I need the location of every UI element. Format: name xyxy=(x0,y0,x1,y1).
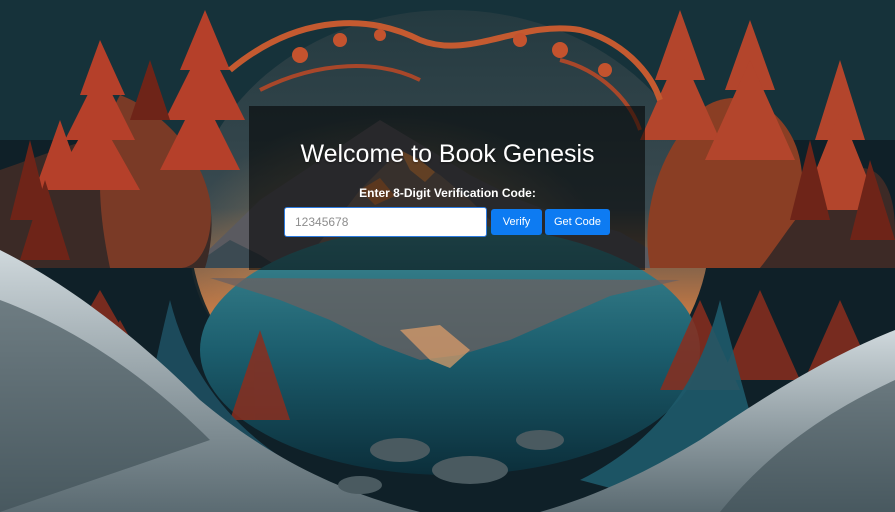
verify-button[interactable]: Verify xyxy=(491,209,542,235)
page-title: Welcome to Book Genesis xyxy=(300,140,595,168)
get-code-button[interactable]: Get Code xyxy=(545,209,610,235)
page: Welcome to Book Genesis Enter 8-Digit Ve… xyxy=(0,0,895,512)
verification-code-input[interactable] xyxy=(284,207,487,237)
verification-code-label: Enter 8-Digit Verification Code: xyxy=(359,186,536,200)
